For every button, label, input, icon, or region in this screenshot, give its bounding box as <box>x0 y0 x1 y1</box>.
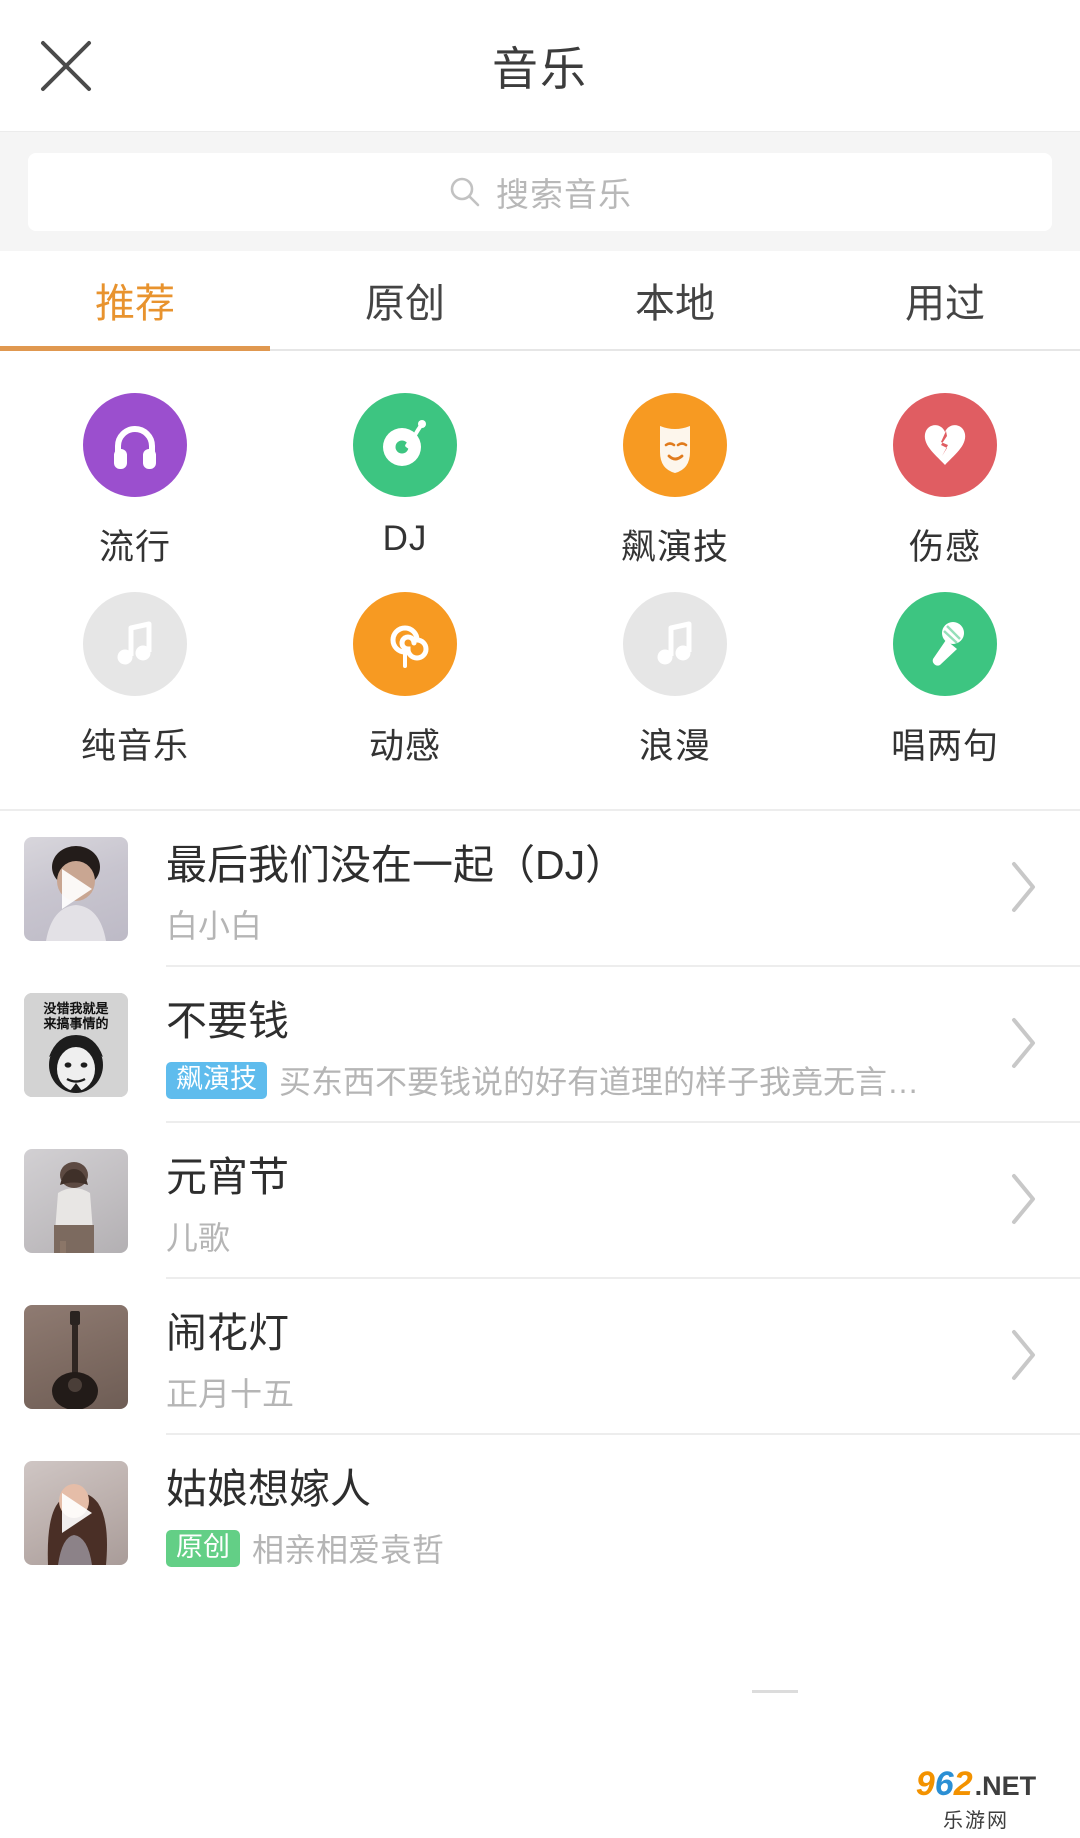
spiral-icon <box>353 592 457 696</box>
page-title: 音乐 <box>492 42 588 95</box>
song-title: 不要钱 <box>166 998 289 1044</box>
list-item[interactable]: 元宵节 儿歌 <box>0 1123 1080 1279</box>
song-info: 闹花灯 正月十五 <box>166 1299 988 1415</box>
scroll-indicator <box>752 1690 798 1693</box>
tab-original[interactable]: 原创 <box>270 251 540 349</box>
play-icon <box>62 869 92 909</box>
watermark-domain: .NET <box>974 1771 1037 1801</box>
category-label: 飙演技 <box>620 528 729 567</box>
song-subtitle-line: 原创 相亲相爱袁哲 <box>166 1525 988 1571</box>
status-badge: 原创 <box>166 1529 240 1567</box>
category-label: 流行 <box>98 528 171 567</box>
song-artist: 白小白 <box>166 908 263 944</box>
song-title: 最后我们没在一起（DJ） <box>166 842 627 888</box>
category-pop[interactable]: 流行 <box>0 393 270 570</box>
song-info: 姑娘想嫁人 原创 相亲相爱袁哲 <box>166 1455 988 1571</box>
app-header: 音乐 <box>0 0 1080 131</box>
tab-used[interactable]: 用过 <box>810 251 1080 349</box>
song-artist: 正月十五 <box>166 1376 295 1412</box>
tab-local[interactable]: 本地 <box>540 251 810 349</box>
song-thumbnail[interactable]: 没错我就是 来搞事情的 <box>24 993 128 1097</box>
category-row: 纯音乐 动感 浪漫 唱两句 <box>0 592 1080 769</box>
chevron-right-icon[interactable] <box>1006 1326 1040 1389</box>
song-thumbnail[interactable] <box>24 837 128 941</box>
song-thumbnail[interactable] <box>24 1149 128 1253</box>
site-watermark: 9 6 2 .NET 乐游网 <box>880 1767 1072 1832</box>
tab-recommended[interactable]: 推荐 <box>0 251 270 351</box>
music-picker-screen: 音乐 搜索音乐 推荐 原创 本地 用过 流行 DJ 飙演技 伤感 纯音乐 动感 … <box>0 0 1080 1838</box>
search-icon <box>448 175 482 209</box>
category-label: 动感 <box>368 727 441 766</box>
microphone-icon <box>893 592 997 696</box>
song-subtitle-line: 正月十五 <box>166 1369 988 1415</box>
song-title: 姑娘想嫁人 <box>166 1466 371 1512</box>
watermark-logo-text: 9 6 2 .NET <box>916 1767 1036 1801</box>
close-icon[interactable] <box>34 34 98 98</box>
search-input[interactable]: 搜索音乐 <box>28 152 1052 231</box>
watermark-digit-6: 6 <box>934 1765 954 1803</box>
category-tabs: 推荐 原创 本地 用过 <box>0 251 1080 351</box>
status-badge: 飙演技 <box>166 1061 267 1099</box>
search-bar-container: 搜索音乐 <box>0 131 1080 251</box>
chevron-right-icon[interactable] <box>1006 1170 1040 1233</box>
tab-label: 本地 <box>635 282 715 326</box>
song-thumbnail[interactable] <box>24 1305 128 1409</box>
list-item[interactable]: 没错我就是 来搞事情的 不要钱 飙演技 买东西不要钱说的好有道理的样子我竟无言… <box>0 967 1080 1123</box>
song-list: 最后我们没在一起（DJ） 白小白 没错我就是 来搞事情的 不要钱 飙演技 买东西… <box>0 811 1080 1591</box>
music-note-icon <box>623 592 727 696</box>
category-label: 浪漫 <box>638 727 711 766</box>
chevron-right-icon[interactable] <box>1006 858 1040 921</box>
song-info: 不要钱 飙演技 买东西不要钱说的好有道理的样子我竟无言… <box>166 987 988 1103</box>
category-sad[interactable]: 伤感 <box>810 393 1080 570</box>
song-info: 元宵节 儿歌 <box>166 1143 988 1259</box>
category-label: DJ <box>382 519 428 558</box>
category-label: 纯音乐 <box>80 727 189 766</box>
song-thumbnail[interactable] <box>24 1461 128 1565</box>
song-artist: 儿歌 <box>166 1220 231 1256</box>
chevron-right-icon[interactable] <box>1006 1014 1040 1077</box>
category-grid: 流行 DJ 飙演技 伤感 纯音乐 动感 浪漫 唱两句 <box>0 351 1080 811</box>
search-placeholder: 搜索音乐 <box>496 175 632 213</box>
music-note-icon <box>83 592 187 696</box>
category-dynamic[interactable]: 动感 <box>270 592 540 769</box>
list-item[interactable]: 闹花灯 正月十五 <box>0 1279 1080 1435</box>
list-item[interactable]: 姑娘想嫁人 原创 相亲相爱袁哲 <box>0 1435 1080 1591</box>
headphones-icon <box>83 393 187 497</box>
category-label: 唱两句 <box>890 727 999 766</box>
song-title: 闹花灯 <box>166 1310 289 1356</box>
song-subtitle-line: 白小白 <box>166 901 988 947</box>
song-description: 买东西不要钱说的好有道理的样子我竟无言… <box>279 1064 920 1100</box>
turntable-icon <box>353 393 457 497</box>
theater-mask-icon <box>623 393 727 497</box>
play-icon <box>62 1493 92 1533</box>
watermark-chinese-name: 乐游网 <box>943 1810 1009 1832</box>
tab-label: 推荐 <box>95 282 175 326</box>
broken-heart-icon <box>893 393 997 497</box>
category-instrumental[interactable]: 纯音乐 <box>0 592 270 769</box>
category-acting[interactable]: 飙演技 <box>540 393 810 570</box>
list-item[interactable]: 最后我们没在一起（DJ） 白小白 <box>0 811 1080 967</box>
category-dj[interactable]: DJ <box>270 393 540 570</box>
song-title: 元宵节 <box>166 1154 289 1200</box>
song-info: 最后我们没在一起（DJ） 白小白 <box>166 831 988 947</box>
tab-label: 原创 <box>365 282 445 326</box>
svg-text:来搞事情的: 来搞事情的 <box>42 1016 108 1031</box>
song-subtitle-line: 飙演技 买东西不要钱说的好有道理的样子我竟无言… <box>166 1057 988 1103</box>
category-label: 伤感 <box>908 528 981 567</box>
svg-text:没错我就是: 没错我就是 <box>43 1001 109 1016</box>
watermark-digit-9: 9 <box>915 1765 935 1803</box>
watermark-digit-2: 2 <box>953 1765 973 1803</box>
category-sing[interactable]: 唱两句 <box>810 592 1080 769</box>
category-row: 流行 DJ 飙演技 伤感 <box>0 393 1080 570</box>
tab-label: 用过 <box>905 282 985 326</box>
song-subtitle-line: 儿歌 <box>166 1213 988 1259</box>
song-artist: 相亲相爱袁哲 <box>252 1532 445 1568</box>
category-romantic[interactable]: 浪漫 <box>540 592 810 769</box>
